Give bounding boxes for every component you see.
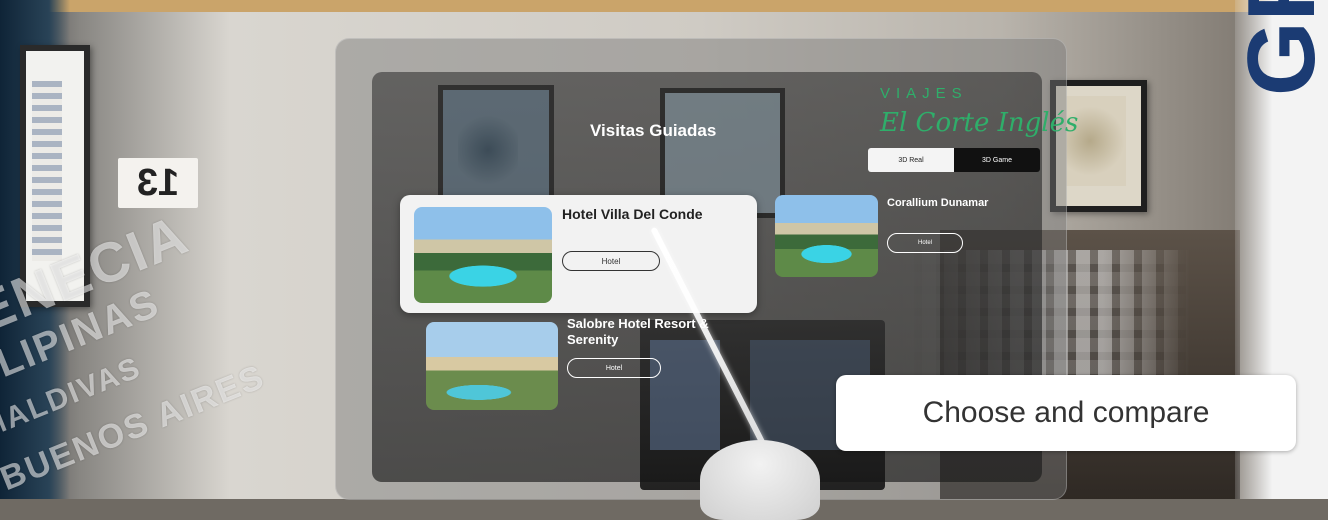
hotel-button[interactable]: Hotel xyxy=(887,233,963,253)
panel-title: Visitas Guiadas xyxy=(590,121,717,140)
brand-viajes-label: VIAJES xyxy=(880,85,968,102)
toggle-3d-game[interactable]: 3D Game xyxy=(954,148,1040,172)
hotel-card-corallium-dunamar[interactable]: Corallium Dunamar Hotel xyxy=(775,195,1040,280)
vr-controller xyxy=(700,440,820,520)
hotel-thumbnail xyxy=(414,207,552,303)
hotel-card-salobre[interactable]: Salobre Hotel Resort & Serenity Hotel xyxy=(422,312,722,412)
hotel-button[interactable]: Hotel xyxy=(567,358,661,378)
toggle-3d-real[interactable]: 3D Real xyxy=(868,148,954,172)
hotel-button[interactable]: Hotel xyxy=(562,251,660,271)
wall-number-sign: 13 xyxy=(118,158,198,208)
mode-toggle[interactable]: 3D Real 3D Game xyxy=(868,148,1040,172)
hotel-name: Corallium Dunamar xyxy=(887,197,989,209)
brand-logo-letters: GR xyxy=(1228,0,1328,96)
hotel-thumbnail xyxy=(775,195,878,277)
brand-logo: El Corte Inglés xyxy=(880,108,1079,138)
hotel-thumbnail xyxy=(426,322,558,410)
hotel-name: Hotel Villa Del Conde xyxy=(562,206,703,222)
hotel-card-villa-del-conde[interactable]: Hotel Villa Del Conde Hotel xyxy=(400,195,757,313)
caption-banner: Choose and compare xyxy=(836,375,1296,451)
